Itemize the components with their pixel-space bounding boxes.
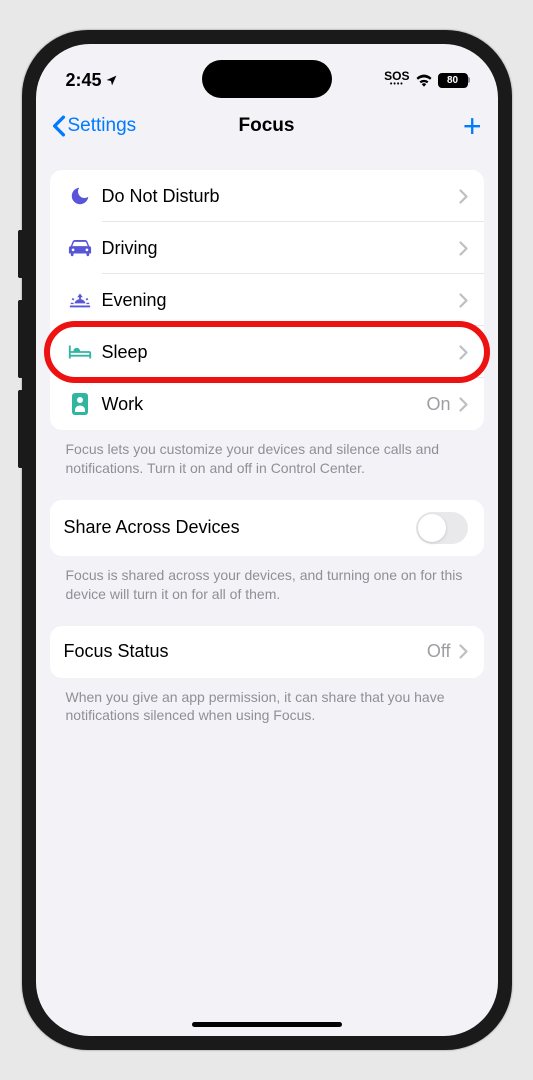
focus-mode-label: Sleep (102, 342, 459, 363)
chevron-right-icon (459, 293, 468, 308)
chevron-right-icon (459, 397, 468, 412)
page-title: Focus (239, 115, 295, 137)
status-time: 2:45 (66, 70, 118, 91)
chevron-right-icon (459, 345, 468, 360)
focus-mode-label: Work (102, 394, 427, 415)
share-footer: Focus is shared across your devices, and… (50, 556, 484, 626)
sos-indicator: SOS •••• (384, 72, 409, 87)
chevron-right-icon (459, 644, 468, 659)
back-label: Settings (68, 115, 137, 137)
modes-footer: Focus lets you customize your devices an… (50, 430, 484, 500)
status-footer: When you give an app permission, it can … (50, 678, 484, 748)
dynamic-island (202, 60, 332, 98)
share-across-devices-row[interactable]: Share Across Devices (50, 500, 484, 556)
focus-modes-list: Do Not Disturb Driving Evening Sleep WorkOn (50, 170, 484, 430)
add-button[interactable]: + (463, 110, 482, 142)
focus-mode-value: On (426, 394, 450, 415)
share-label: Share Across Devices (64, 517, 416, 538)
wifi-icon (415, 73, 433, 87)
focus-status-row[interactable]: Focus Status Off (50, 626, 484, 678)
focus-mode-label: Evening (102, 290, 459, 311)
focus-mode-row[interactable]: WorkOn (50, 378, 484, 430)
screen: 2:45 SOS •••• 80 Settings Focus + (36, 44, 498, 1036)
car-icon (64, 238, 96, 258)
battery-indicator: 80 (438, 73, 468, 88)
focus-mode-row[interactable]: Driving (50, 222, 484, 274)
focus-status-label: Focus Status (64, 641, 427, 662)
moon-icon (64, 185, 96, 207)
home-indicator[interactable] (192, 1022, 342, 1027)
share-toggle[interactable] (416, 512, 468, 544)
focus-mode-row[interactable]: Evening (50, 274, 484, 326)
chevron-right-icon (459, 241, 468, 256)
chevron-right-icon (459, 189, 468, 204)
chevron-left-icon (52, 115, 66, 137)
back-button[interactable]: Settings (52, 115, 137, 137)
share-group: Share Across Devices (50, 500, 484, 556)
focus-mode-label: Driving (102, 238, 459, 259)
location-icon (105, 74, 118, 87)
phone-frame: 2:45 SOS •••• 80 Settings Focus + (22, 30, 512, 1050)
focus-mode-row[interactable]: Sleep (50, 326, 484, 378)
focus-mode-row[interactable]: Do Not Disturb (50, 170, 484, 222)
bed-icon (64, 343, 96, 361)
focus-mode-label: Do Not Disturb (102, 186, 459, 207)
badge-icon (64, 392, 96, 416)
nav-bar: Settings Focus + (36, 102, 498, 156)
focus-status-value: Off (427, 641, 451, 662)
focus-status-group: Focus Status Off (50, 626, 484, 678)
sunset-icon (64, 290, 96, 310)
